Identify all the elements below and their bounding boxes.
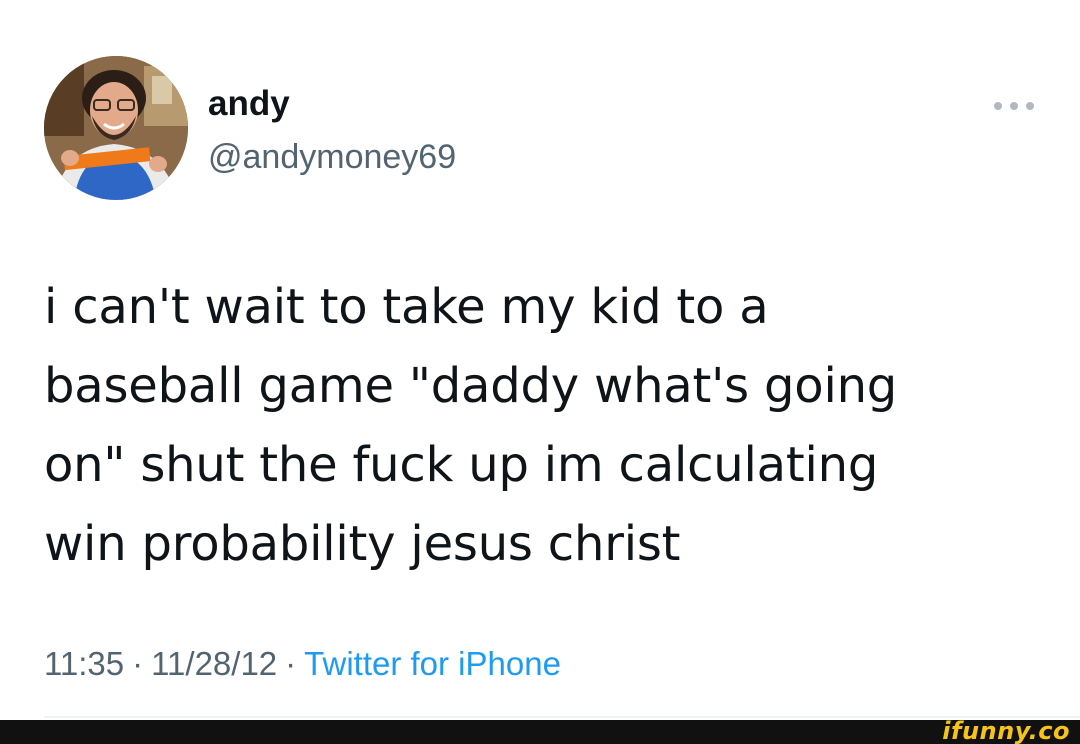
tweet-text-line: on" shut the fuck up im calculating	[44, 437, 879, 493]
meta-separator: ·	[132, 645, 144, 682]
tweet-metadata: 11:35 · 11/28/12 · Twitter for iPhone	[44, 636, 561, 692]
tweet-date[interactable]: 11/28/12	[151, 645, 277, 682]
meta-separator: ·	[285, 645, 297, 682]
author-handle[interactable]: @andymoney69	[208, 135, 456, 179]
divider	[44, 716, 1080, 718]
author-display-name[interactable]: andy	[208, 82, 290, 126]
ifunny-watermark: ifunny.co	[942, 717, 1070, 744]
more-horizontal-icon	[994, 102, 1034, 110]
tweet-text-line: i can't wait to take my kid to a	[44, 279, 769, 335]
tweet-text-line: win probability jesus christ	[44, 516, 681, 572]
user-avatar-photo-icon	[44, 56, 188, 200]
watermark-bar	[0, 720, 1080, 744]
tweet-text: i can't wait to take my kid to a basebal…	[44, 268, 1034, 584]
more-options-button[interactable]	[978, 86, 1050, 126]
tweet-time[interactable]: 11:35	[44, 645, 124, 682]
tweet-source-link[interactable]: Twitter for iPhone	[304, 645, 561, 682]
avatar[interactable]	[44, 56, 188, 200]
tweet-card: andy @andymoney69 i can't wait to take m…	[0, 0, 1080, 720]
tweet-text-line: baseball game "daddy what's going	[44, 358, 898, 414]
